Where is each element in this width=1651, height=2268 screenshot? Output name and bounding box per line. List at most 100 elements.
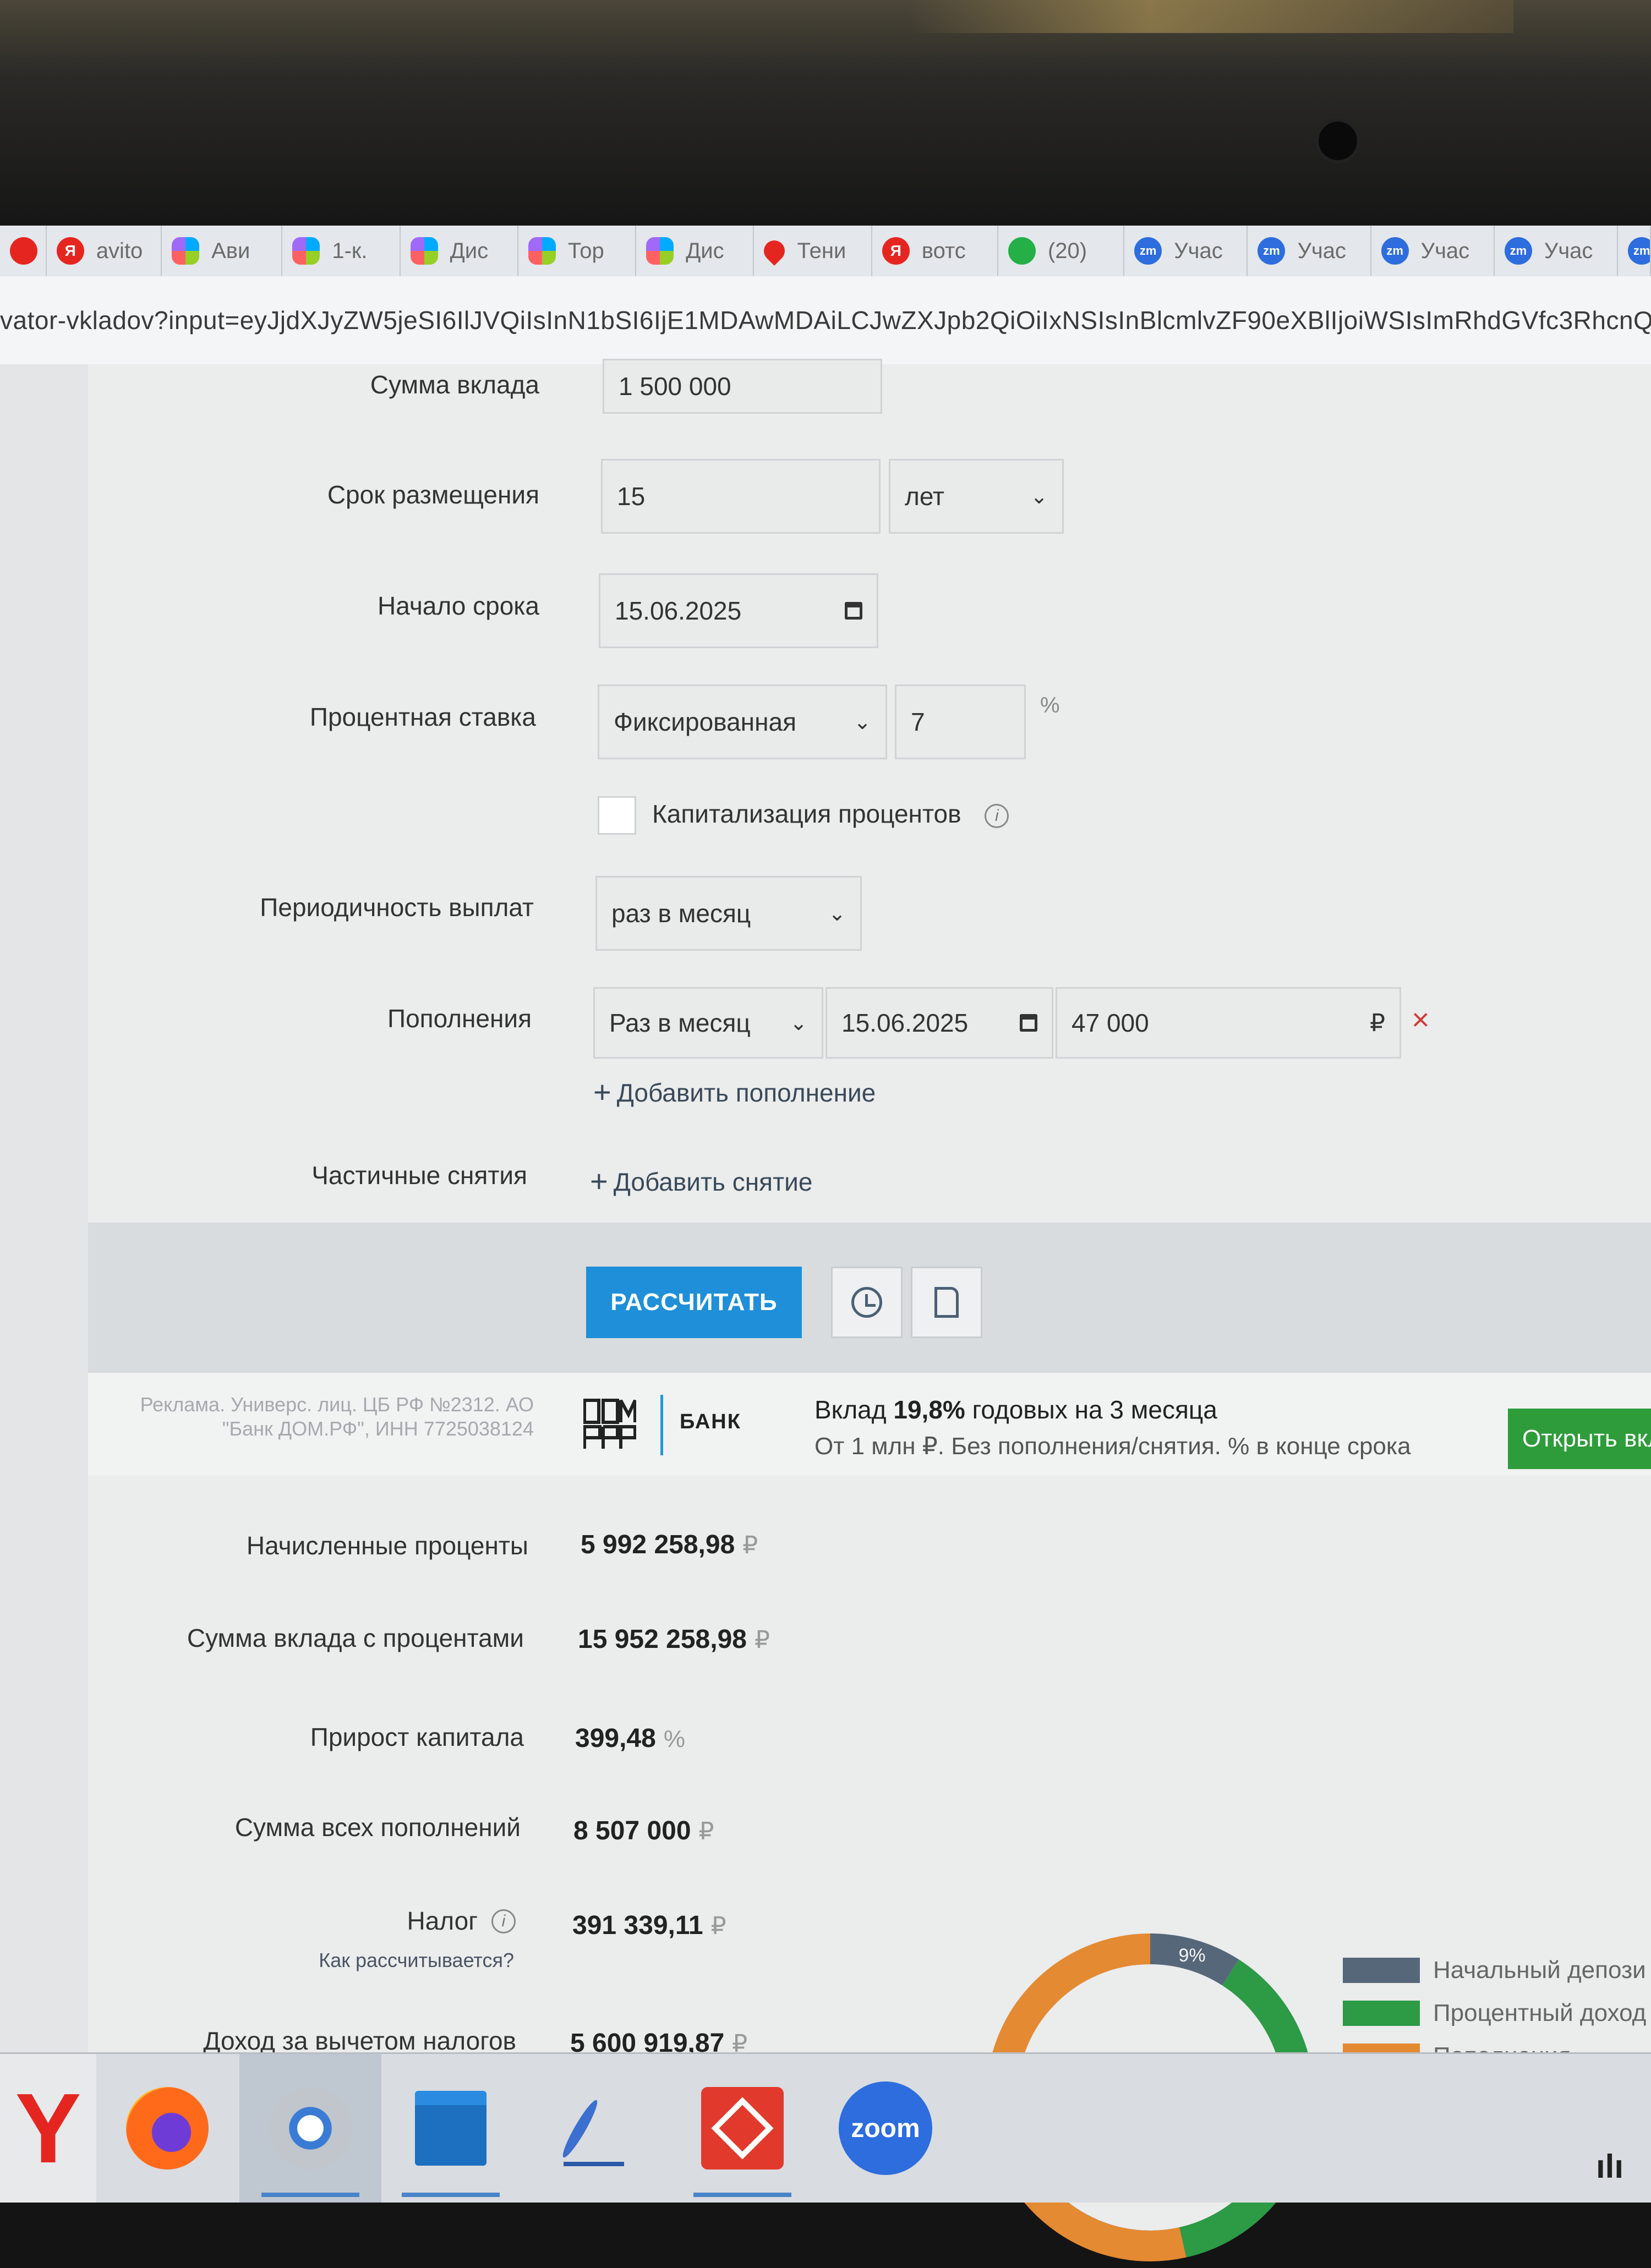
- advertisement-banner[interactable]: Реклама. Универс. лиц. ЦБ РФ №2312. АО "…: [88, 1371, 1651, 1479]
- interest-label: Начисленные проценты: [246, 1531, 528, 1560]
- term-unit-select[interactable]: лет ⌄: [889, 459, 1064, 534]
- payout-select[interactable]: раз в месяц ⌄: [595, 876, 862, 951]
- plus-icon: +: [590, 1164, 608, 1198]
- taskbar-file-explorer[interactable]: [380, 2054, 522, 2203]
- browser-tab-label: 1-к.: [332, 238, 368, 263]
- browser-tab[interactable]: zm Учас: [1371, 226, 1495, 276]
- amount-label: Сумма вклада: [370, 370, 539, 399]
- payout-value: раз в месяц: [611, 899, 751, 928]
- remove-topup-icon[interactable]: ×: [1412, 1001, 1430, 1037]
- browser-tab[interactable]: Явотс: [872, 226, 998, 276]
- taskbar-firefox[interactable]: [96, 2054, 238, 2203]
- ad-legal-text: Реклама. Универс. лиц. ЦБ РФ №2312. АО "…: [140, 1393, 534, 1440]
- browser-tab[interactable]: Дис: [636, 226, 755, 276]
- browser-tab[interactable]: zm Учас: [1495, 226, 1619, 276]
- browser-tab[interactable]: Яavito: [47, 226, 162, 276]
- tray-signal-icon[interactable]: ılı: [1596, 2148, 1651, 2203]
- document-icon: [934, 1287, 959, 1318]
- address-bar[interactable]: vator-vkladov?input=eyJjdXJyZW5jeSI6IlJV…: [0, 276, 1651, 365]
- chevron-down-icon: ⌄: [828, 902, 846, 925]
- legend-item: Процентный доход: [1343, 1992, 1646, 2035]
- growth-amount: 399,48: [575, 1724, 656, 1753]
- avito-icon: [646, 237, 674, 265]
- history-button[interactable]: [831, 1267, 903, 1338]
- taskbar-yandex-browser[interactable]: Y: [0, 2054, 96, 2203]
- rate-label: Процентная ставка: [309, 703, 536, 731]
- rate-type-select[interactable]: Фиксированная ⌄: [598, 684, 887, 759]
- browser-tab[interactable]: or: [0, 226, 47, 276]
- topups-total-value: 8 507 000 ₽: [573, 1816, 714, 1846]
- browser-tab-label: Ави: [211, 238, 250, 263]
- legend-label: Начальный депози: [1433, 1957, 1646, 1984]
- webcam: [1315, 118, 1360, 163]
- ad-headline: Вклад 19,8% годовых на 3 месяца: [814, 1395, 1217, 1425]
- add-withdraw-link[interactable]: + Добавить снятие: [590, 1163, 812, 1199]
- browser-tab[interactable]: 1-к.: [282, 226, 401, 276]
- background-light: [908, 0, 1513, 33]
- start-date-value: 15.06.2025: [615, 596, 742, 625]
- url-text[interactable]: vator-vkladov?input=eyJjdXJyZW5jeSI6IlJV…: [0, 305, 1651, 335]
- topup-amount-input[interactable]: 47 000 ₽: [1056, 987, 1401, 1059]
- tax-value: 391 339,11 ₽: [572, 1910, 726, 1941]
- chevron-down-icon: ⌄: [854, 710, 871, 734]
- topup-date-input[interactable]: 15.06.2025: [826, 987, 1053, 1059]
- folder-icon: [415, 2091, 486, 2166]
- browser-tab-label: Тени: [797, 238, 846, 263]
- yandex-icon: [10, 237, 37, 265]
- avito-icon: [292, 237, 320, 265]
- open-deposit-button[interactable]: Открыть вкл: [1508, 1409, 1651, 1469]
- total-label: Сумма вклада с процентами: [187, 1624, 524, 1652]
- browser-tab-label: Учас: [1174, 238, 1223, 263]
- ad-headline-post: годовых на 3 месяца: [965, 1395, 1217, 1424]
- topup-frequency-select[interactable]: Раз в месяц ⌄: [593, 987, 823, 1059]
- export-document-button[interactable]: [911, 1267, 982, 1338]
- calculate-button[interactable]: РАССЧИТАТЬ: [586, 1267, 802, 1338]
- taskbar-quill-app[interactable]: [523, 2054, 665, 2203]
- total-amount: 15 952 258,98: [578, 1625, 747, 1654]
- legend-swatch: [1343, 2001, 1420, 2026]
- browser-tab[interactable]: Тор: [518, 226, 637, 276]
- tax-explain-link[interactable]: Как рассчитывается?: [74, 1949, 514, 1972]
- avito-icon: [410, 237, 438, 265]
- tax-info-icon[interactable]: i: [491, 1909, 516, 1933]
- calculate-bar: РАССЧИТАТЬ: [88, 1223, 1651, 1371]
- info-icon[interactable]: i: [985, 803, 1009, 828]
- browser-tab-label: avito: [96, 238, 143, 263]
- browser-tab[interactable]: zm: [1618, 226, 1651, 276]
- calendar-icon[interactable]: [1020, 1014, 1037, 1032]
- add-topup-link[interactable]: + Добавить пополнение: [593, 1074, 876, 1110]
- growth-label: Прирост капитала: [310, 1723, 524, 1751]
- zoom-icon: zm: [1504, 237, 1532, 265]
- browser-tab[interactable]: zm Учас: [1124, 226, 1248, 276]
- capitalization-checkbox[interactable]: [598, 796, 636, 835]
- whatsapp-icon: [1008, 237, 1036, 265]
- browser-tab[interactable]: zm Учас: [1248, 226, 1371, 276]
- net-income-label: Доход за вычетом налогов: [203, 2026, 516, 2055]
- rate-input[interactable]: 7: [895, 684, 1026, 759]
- browser-tab[interactable]: Дис: [401, 226, 518, 276]
- laptop-bezel: [0, 0, 1651, 226]
- yandex-icon: Y: [15, 2073, 81, 2184]
- taskbar-zoom[interactable]: zoom: [814, 2054, 956, 2203]
- ruble-icon: ₽: [742, 1532, 758, 1559]
- avito-icon: [172, 237, 200, 265]
- rate-value: 7: [911, 708, 925, 736]
- amount-input[interactable]: 1 500 000: [603, 359, 882, 414]
- legend-label: Процентный доход: [1433, 1999, 1647, 2026]
- browser-tab[interactable]: Тени: [754, 226, 872, 276]
- browser-tab[interactable]: (20): [998, 226, 1125, 276]
- browser-tab[interactable]: Ави: [162, 226, 283, 276]
- browser-tab-label: Учас: [1297, 238, 1346, 263]
- start-date-input[interactable]: 15.06.2025: [599, 573, 878, 648]
- taskbar-chrome[interactable]: [239, 2054, 381, 2203]
- calendar-icon[interactable]: [845, 602, 862, 620]
- zoom-icon: zm: [1134, 237, 1162, 265]
- term-input[interactable]: 15: [601, 459, 881, 534]
- topup-frequency-value: Раз в месяц: [609, 1009, 751, 1037]
- topup-label: Пополнения: [387, 1004, 532, 1033]
- chrome-icon: [269, 2087, 352, 2170]
- topups-total-amount: 8 507 000: [573, 1816, 691, 1845]
- browser-tab-strip: orЯavitoАви1-к.ДисТорДисТениЯвотс(20)zmУ…: [0, 226, 1651, 277]
- browser-tab-label: Дис: [450, 238, 489, 263]
- taskbar-anydesk[interactable]: [671, 2054, 813, 2203]
